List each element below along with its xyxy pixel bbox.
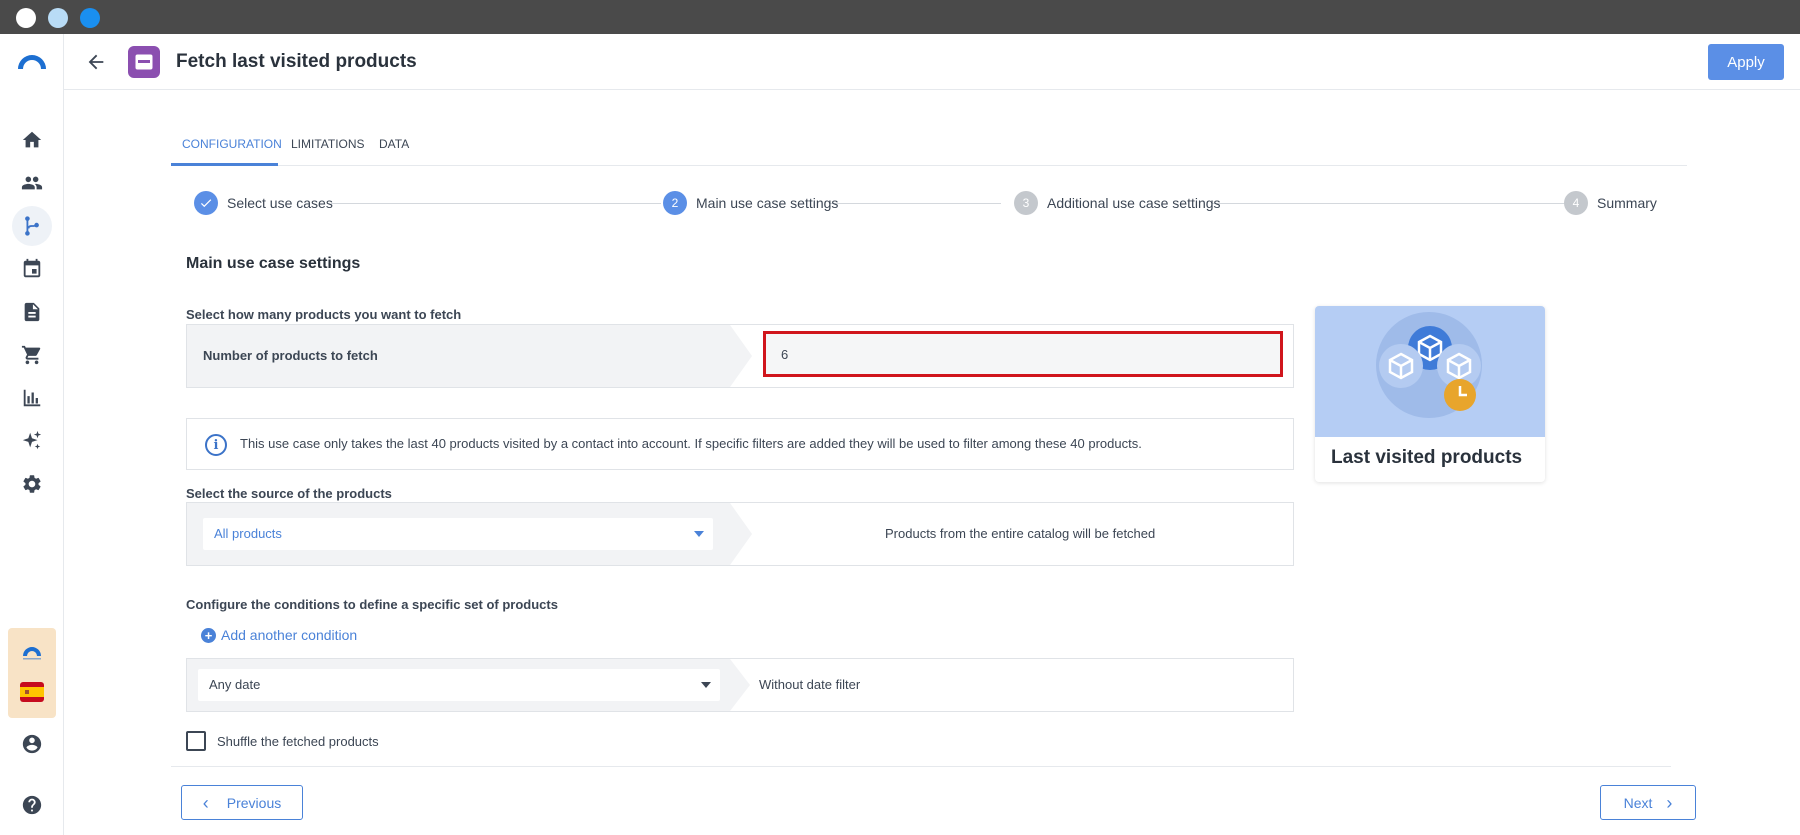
- date-description: Without date filter: [759, 677, 861, 692]
- add-condition-label: Add another condition: [221, 627, 358, 643]
- previous-button[interactable]: ‹ Previous: [181, 785, 303, 820]
- source-select[interactable]: All products: [203, 518, 713, 550]
- caret-down-icon: [694, 531, 704, 537]
- app-logo-icon[interactable]: [16, 51, 48, 71]
- calendar-icon: [23, 258, 41, 278]
- gear-icon: [23, 475, 41, 493]
- use-case-illustration: [1315, 306, 1545, 437]
- row-arrow: [730, 503, 752, 565]
- section-title: Main use case settings: [186, 255, 361, 272]
- caret-down-icon: [701, 682, 711, 688]
- step-2-indicator: 2: [663, 191, 687, 215]
- tab-limitations[interactable]: LIMITATIONS: [291, 124, 365, 166]
- step-summary[interactable]: 4 Summary: [1564, 191, 1657, 215]
- page-title: Fetch last visited products: [176, 51, 417, 72]
- row-arrow: [730, 325, 752, 387]
- sparkles-icon: [22, 430, 42, 450]
- sidebar-item-ai[interactable]: [12, 421, 52, 461]
- number-of-products-label: Number of products to fetch: [203, 348, 378, 363]
- row-arrow: [730, 659, 750, 711]
- info-icon: i: [205, 434, 227, 456]
- info-text: This use case only takes the last 40 pro…: [240, 436, 1142, 451]
- home-icon: [22, 131, 42, 148]
- sidebar-item-contacts[interactable]: [12, 163, 52, 203]
- source-select-value: All products: [214, 526, 282, 541]
- source-description: Products from the entire catalog will be…: [885, 526, 1156, 541]
- chevron-right-icon: ›: [1666, 792, 1673, 813]
- arrow-left-icon: [88, 54, 104, 70]
- brand-logo-icon: [23, 647, 41, 660]
- info-notice: i This use case only takes the last 40 p…: [186, 418, 1294, 470]
- date-condition-row: Any date Without date filter: [186, 658, 1294, 712]
- sidebar-item-automation[interactable]: [12, 206, 52, 246]
- sidebar-item-help[interactable]: [12, 785, 52, 825]
- check-icon: [200, 199, 212, 208]
- tab-configuration[interactable]: CONFIGURATION: [171, 124, 282, 166]
- step-connector: [829, 203, 1001, 204]
- tab-data[interactable]: DATA: [379, 124, 409, 166]
- sidebar-item-calendar[interactable]: [12, 249, 52, 289]
- apply-button[interactable]: Apply: [1708, 44, 1784, 80]
- source-label: Select the source of the products: [186, 486, 392, 501]
- tab-bar: CONFIGURATION LIMITATIONS DATA: [171, 124, 1687, 166]
- chevron-left-icon: ‹: [202, 792, 209, 813]
- close-window-button[interactable]: [16, 8, 36, 28]
- shuffle-option[interactable]: Shuffle the fetched products: [186, 731, 379, 751]
- step-main-settings[interactable]: 2 Main use case settings: [663, 191, 838, 215]
- step-additional-settings[interactable]: 3 Additional use case settings: [1014, 191, 1221, 215]
- step-connector: [331, 203, 661, 204]
- shuffle-label: Shuffle the fetched products: [217, 733, 379, 749]
- account-icon: [22, 734, 42, 754]
- people-icon: [21, 176, 43, 190]
- products-clock-illustration: [1376, 312, 1482, 418]
- step-label: Main use case settings: [696, 195, 839, 211]
- footer-divider: [171, 766, 1671, 767]
- step-connector: [1212, 203, 1572, 204]
- card-icon: [135, 54, 153, 70]
- products-count-row: Number of products to fetch: [186, 324, 1294, 388]
- step-label: Summary: [1597, 195, 1657, 211]
- document-icon: [24, 302, 40, 322]
- date-select-value: Any date: [209, 677, 261, 692]
- cart-icon: [21, 345, 41, 365]
- number-of-products-input[interactable]: [763, 331, 1283, 377]
- sidebar-item-content[interactable]: [12, 292, 52, 332]
- step-1-indicator: [194, 191, 218, 215]
- source-row: All products Products from the entire ca…: [186, 502, 1294, 566]
- use-case-card: Last visited products: [1315, 306, 1545, 482]
- stepper: Select use cases 2 Main use case setting…: [171, 185, 1687, 221]
- step-label: Select use cases: [227, 195, 333, 211]
- minimize-window-button[interactable]: [48, 8, 68, 28]
- next-button[interactable]: Next ›: [1600, 785, 1696, 820]
- page-header: Fetch last visited products Apply: [64, 34, 1800, 90]
- flow-icon: [25, 216, 39, 236]
- sidebar: [0, 34, 64, 835]
- step-label: Additional use case settings: [1047, 195, 1221, 211]
- use-case-card-title: Last visited products: [1331, 447, 1523, 468]
- maximize-window-button[interactable]: [80, 8, 100, 28]
- sidebar-item-analytics[interactable]: [12, 378, 52, 418]
- add-condition-button[interactable]: + Add another condition: [201, 627, 357, 643]
- back-button[interactable]: [82, 48, 110, 76]
- chart-icon: [23, 389, 41, 407]
- previous-label: Previous: [226, 794, 282, 811]
- products-count-label: Select how many products you want to fet…: [186, 307, 462, 322]
- step-select-use-cases[interactable]: Select use cases: [194, 191, 333, 215]
- date-select[interactable]: Any date: [198, 669, 720, 701]
- sidebar-item-account[interactable]: [12, 724, 52, 764]
- sidebar-item-home[interactable]: [12, 120, 52, 160]
- next-label: Next: [1623, 794, 1653, 811]
- plus-circle-icon: +: [201, 627, 216, 643]
- shuffle-checkbox[interactable]: [186, 731, 206, 751]
- window-titlebar: [0, 0, 1800, 34]
- conditions-label: Configure the conditions to define a spe…: [186, 597, 558, 612]
- step-4-indicator: 4: [1564, 191, 1588, 215]
- sidebar-item-settings[interactable]: [12, 464, 52, 504]
- account-switcher[interactable]: [8, 628, 56, 718]
- step-3-indicator: 3: [1014, 191, 1038, 215]
- spain-flag-icon: [20, 682, 44, 702]
- help-icon: [22, 795, 42, 815]
- use-case-icon: [128, 46, 160, 78]
- sidebar-item-ecommerce[interactable]: [12, 335, 52, 375]
